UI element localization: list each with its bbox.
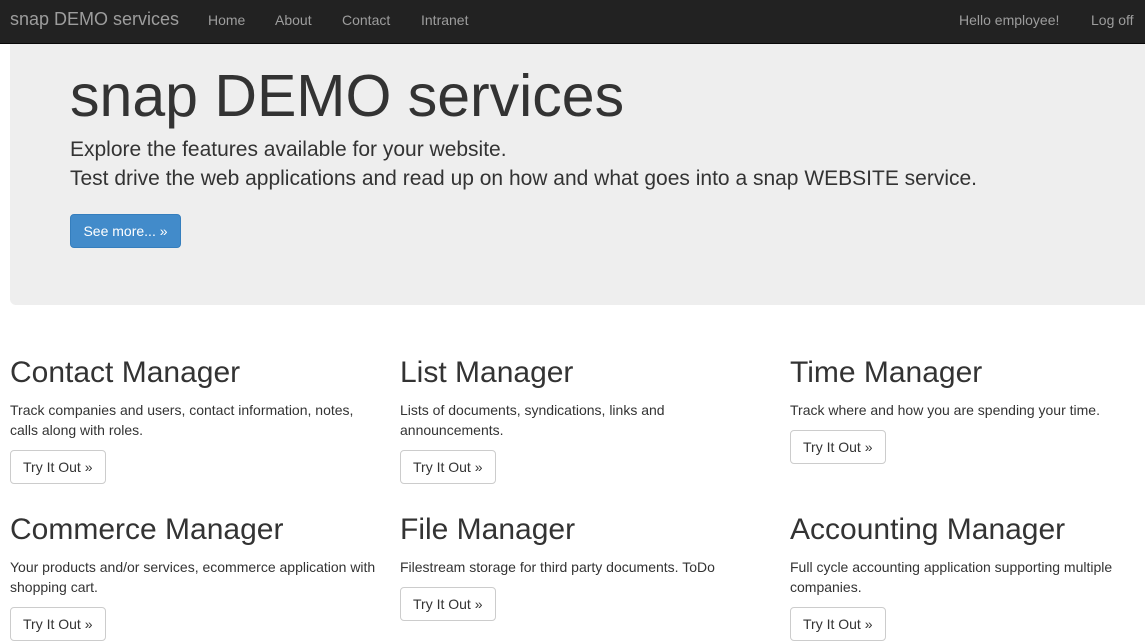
try-it-out-button[interactable]: Try It Out » [790,607,886,641]
tile-title: List Manager [400,356,574,389]
tile-time-manager: Time Manager Track where and how you are… [790,356,1145,464]
hero-title: snap DEMO services [70,63,625,129]
tile-commerce-manager: Commerce Manager Your products and/or se… [10,513,380,641]
tile-title: Time Manager [790,356,983,389]
tile-title: Contact Manager [10,356,241,389]
hero-lead-line-1: Explore the features available for your … [70,138,507,161]
hero-lead-line-2: Test drive the web applications and read… [70,167,978,190]
hero-jumbotron: snap DEMO services Explore the features … [10,44,1145,305]
nav-link-contact[interactable]: Contact [342,12,390,28]
tile-description: Your products and/or services, ecommerce… [10,559,376,595]
top-navbar: snap DEMO services Home About Contact In… [0,0,1145,44]
tile-list-manager: List Manager Lists of documents, syndica… [400,356,770,484]
try-it-out-button[interactable]: Try It Out » [10,450,106,484]
tile-description: Track where and how you are spending you… [790,402,1100,418]
try-it-out-button[interactable]: Try It Out » [10,607,106,641]
try-it-out-button[interactable]: Try It Out » [400,587,496,621]
try-it-out-button[interactable]: Try It Out » [400,450,496,484]
tile-description: Lists of documents, syndications, links … [400,402,665,438]
tile-title: File Manager [400,513,576,546]
tile-description: Track companies and users, contact infor… [10,402,354,438]
logoff-link[interactable]: Log off [1091,12,1134,28]
see-more-button[interactable]: See more... » [70,214,181,248]
nav-link-home[interactable]: Home [208,12,245,28]
tile-description: Full cycle accounting application suppor… [790,559,1113,595]
tile-accounting-manager: Accounting Manager Full cycle accounting… [790,513,1145,641]
brand-link[interactable]: snap DEMO services [10,9,179,30]
user-greeting-link[interactable]: Hello employee! [959,12,1059,28]
nav-link-about[interactable]: About [275,12,312,28]
tile-title: Commerce Manager [10,513,284,546]
tile-description: Filestream storage for third party docum… [400,559,715,575]
tile-contact-manager: Contact Manager Track companies and user… [10,356,380,484]
nav-link-intranet[interactable]: Intranet [421,12,468,28]
try-it-out-button[interactable]: Try It Out » [790,430,886,464]
tile-title: Accounting Manager [790,513,1066,546]
